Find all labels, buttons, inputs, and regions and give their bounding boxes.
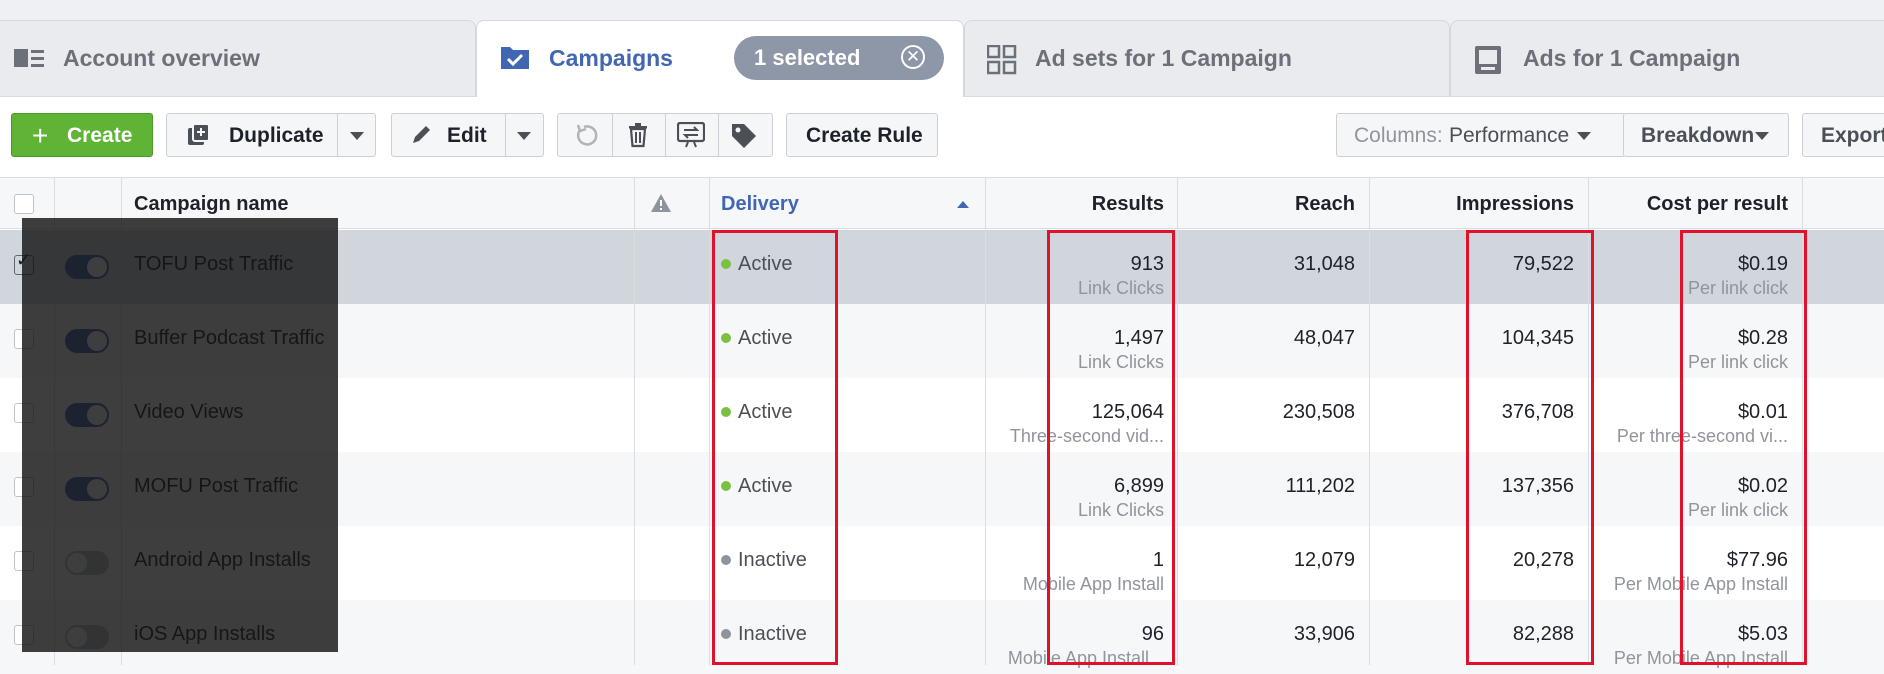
highlight-cost [1680,230,1807,665]
columns-value: Performance [1449,124,1570,147]
duplicate-button[interactable]: Duplicate [166,113,376,157]
tab-account-overview[interactable]: Account overview [0,20,476,96]
edit-button[interactable]: Edit [391,113,544,157]
revert-icon[interactable] [574,122,600,154]
tab-ad-sets[interactable]: Ad sets for 1 Campaign [964,20,1450,96]
col-reach[interactable]: Reach [1295,193,1355,216]
column-divider [1369,177,1370,665]
edit-divider [505,114,506,156]
trash-icon[interactable] [625,122,651,154]
clear-selection-icon[interactable]: ✕ [901,45,925,69]
ab-test-icon[interactable] [676,121,706,154]
select-all-checkbox[interactable] [14,194,34,214]
checkbox-folder-icon [499,41,531,76]
duplicate-dropdown-icon[interactable] [350,132,364,140]
grid-icon [986,44,1017,80]
column-divider [634,177,635,665]
tab-bar: Account overview Campaigns 1 selected ✕ … [0,0,1884,97]
reach-value: 230,508 [1282,401,1355,423]
tag-icon[interactable] [730,122,758,156]
column-divider [985,177,986,665]
breakdown-dropdown[interactable]: Breakdown [1623,113,1789,157]
account-overview-icon [13,47,47,76]
columns-chevron-down-icon [1577,132,1591,140]
plus-icon: + [32,120,49,151]
export-button[interactable]: Export [1802,113,1884,157]
duplicate-label: Duplicate [229,124,324,147]
col-results[interactable]: Results [1092,193,1164,216]
reach-value: 111,202 [1285,475,1355,497]
duplicate-divider [337,114,338,156]
col-cost-per-result[interactable]: Cost per result [1647,193,1788,216]
reach-value: 33,906 [1293,623,1355,645]
export-label: Export [1821,124,1884,147]
create-rule-label: Create Rule [806,124,923,147]
create-label: Create [67,124,133,147]
breakdown-label: Breakdown [1641,124,1755,147]
highlight-delivery [712,230,838,665]
tab-ads-label: Ads for 1 Campaign [1523,45,1741,71]
reach-value: 48,047 [1293,327,1355,349]
tab-ads[interactable]: Ads for 1 Campaign [1450,20,1884,96]
col-impressions[interactable]: Impressions [1456,193,1574,216]
column-divider [709,177,710,665]
selected-count: 1 selected [754,45,861,70]
highlight-results [1047,230,1175,665]
column-divider [1177,177,1178,665]
columns-dropdown[interactable]: Columns: Performance [1336,113,1626,157]
tab-ad-sets-label: Ad sets for 1 Campaign [1035,45,1292,71]
warning-icon [650,193,672,218]
edit-label: Edit [447,124,487,147]
tab-account-overview-label: Account overview [63,45,260,71]
icon-divider-1 [612,114,613,156]
sort-ascending-icon[interactable] [957,201,969,208]
icon-divider-3 [718,114,719,156]
duplicate-icon [187,123,211,153]
redaction-overlay [22,218,338,652]
highlight-impressions [1466,230,1594,665]
toolbar: + Create Duplicate Edit Create Rule Colu… [0,97,1884,177]
columns-prefix: Columns: [1354,124,1443,147]
col-delivery[interactable]: Delivery [721,193,799,216]
reach-value: 31,048 [1293,253,1355,275]
reach-value: 12,079 [1293,549,1355,571]
edit-dropdown-icon[interactable] [517,132,531,140]
create-button[interactable]: + Create [11,113,153,157]
tab-campaigns-label: Campaigns [549,45,673,71]
breakdown-chevron-down-icon [1755,132,1769,140]
create-rule-button[interactable]: Create Rule [786,113,938,157]
action-icons-group [557,113,773,157]
col-campaign-name[interactable]: Campaign name [134,193,288,216]
pencil-icon [410,124,432,152]
icon-divider-2 [665,114,666,156]
selected-pill[interactable]: 1 selected ✕ [734,36,944,80]
ad-preview-icon [1473,45,1503,80]
